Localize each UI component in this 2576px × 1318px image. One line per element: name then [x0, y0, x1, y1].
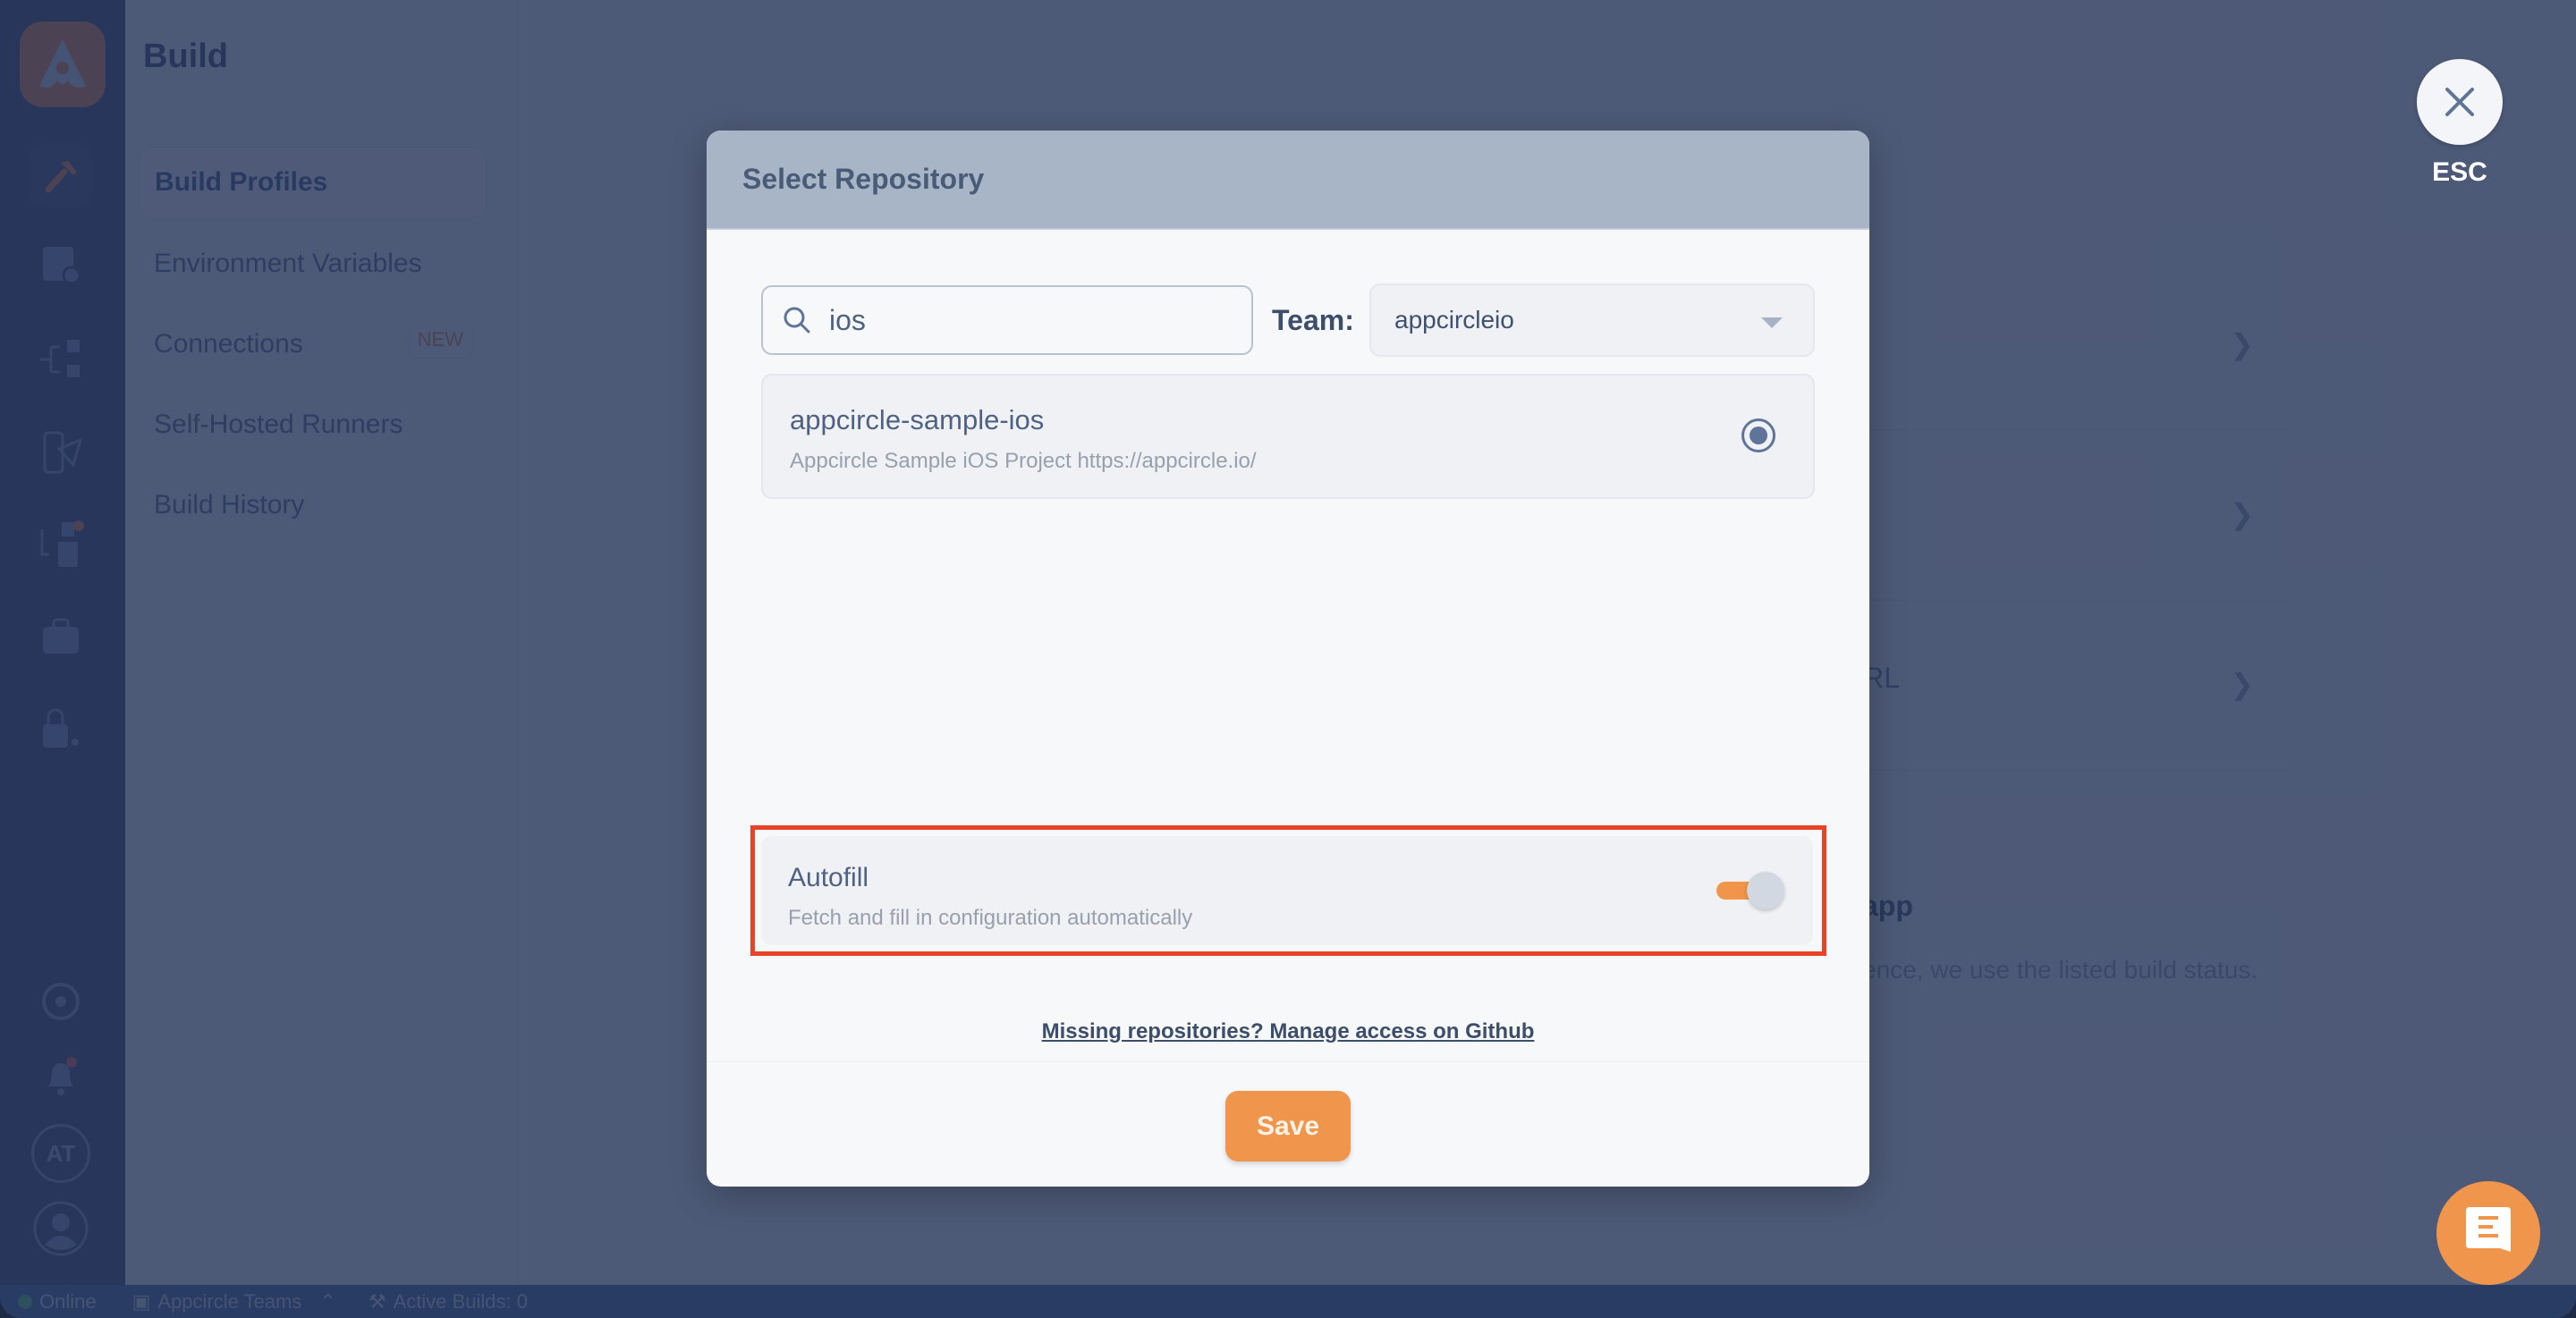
radio-selected-dot	[1750, 427, 1767, 444]
repository-name: appcircle-sample-ios	[790, 404, 1045, 435]
close-icon	[2445, 88, 2474, 116]
autofill-subtitle: Fetch and fill in configuration automati…	[788, 906, 1193, 930]
modal-header: Select Repository	[707, 131, 1869, 230]
toggle-knob	[1747, 872, 1784, 909]
team-select[interactable]: appcircleio	[1369, 283, 1815, 357]
select-repository-modal: Select Repository Team: appcircleio appc…	[707, 131, 1869, 1187]
caret-down-icon	[1761, 317, 1783, 328]
team-label: Team:	[1272, 304, 1354, 336]
repository-radio[interactable]	[1741, 418, 1775, 452]
chat-message-icon	[2466, 1207, 2511, 1252]
search-icon	[784, 307, 810, 334]
save-button[interactable]: Save	[1225, 1091, 1351, 1162]
manage-github-access-link[interactable]: Missing repositories? Manage access on G…	[707, 1019, 1869, 1044]
search-input[interactable]	[827, 302, 1224, 338]
modal-footer: Save	[707, 1060, 1869, 1187]
autofill-toggle[interactable]	[1716, 872, 1784, 909]
support-chat-button[interactable]	[2436, 1181, 2540, 1285]
close-button-circle[interactable]	[2417, 59, 2503, 145]
repository-item[interactable]: appcircle-sample-ios Appcircle Sample iO…	[761, 374, 1815, 499]
autofill-title: Autofill	[788, 863, 869, 892]
team-selected-value: appcircleio	[1394, 306, 1514, 334]
app-window: AT Build Build Profiles Environment Vari…	[0, 0, 2576, 1318]
modal-title: Select Repository	[742, 163, 985, 195]
repository-search[interactable]	[761, 285, 1253, 355]
repository-description: Appcircle Sample iOS Project https://app…	[790, 449, 1257, 473]
autofill-setting: Autofill Fetch and fill in configuration…	[761, 836, 1813, 945]
esc-close-button[interactable]: ESC	[2417, 59, 2503, 188]
esc-label: ESC	[2432, 157, 2487, 187]
